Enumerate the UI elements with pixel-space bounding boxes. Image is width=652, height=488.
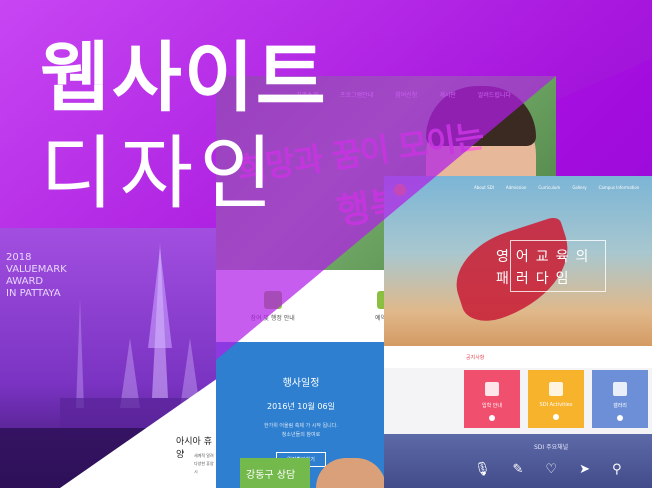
academy-nav-item[interactable]: Gallery bbox=[572, 185, 586, 190]
plus-icon bbox=[617, 415, 623, 421]
temple-card: 2018 VALUEMARK AWARD IN PATTAYA 아시아 휴양 세… bbox=[0, 228, 218, 488]
plus-icon bbox=[553, 414, 559, 420]
award-line: IN PATTAYA bbox=[6, 288, 61, 299]
logo-icon[interactable] bbox=[394, 184, 406, 196]
event-date: 2016년 10월 06일 bbox=[267, 402, 335, 411]
event-title: 행사일정 bbox=[282, 378, 320, 389]
temple-sub: 세계적 알려 다양한 휴양 시 bbox=[194, 452, 218, 476]
event-sub-line: 한가위 어울림 축제 가 시작 됩니다. bbox=[264, 423, 338, 429]
hero-title-line1: 영어교육의 bbox=[496, 249, 596, 265]
feature-boxes: 입학 안내 SDI Activities 갤러리 bbox=[464, 370, 648, 428]
event-sub-line: 청소년들의 참여로 bbox=[281, 432, 321, 438]
notice-label: 공지사항 bbox=[466, 355, 485, 361]
headline: 웹사이트 디자인 bbox=[40, 40, 328, 214]
feature-box-label: 입학 안내 bbox=[482, 403, 502, 409]
counsel-banner[interactable]: 강동구 상담 bbox=[240, 458, 310, 488]
award-line: VALUEMARK bbox=[6, 264, 67, 275]
feature-box-activities[interactable]: SDI Activities bbox=[528, 370, 584, 428]
mid-nav[interactable]: 기관소개 프로그램안내 참여신청 게시판 알려드립니다 bbox=[296, 90, 511, 99]
heart-icon[interactable]: ♡ bbox=[545, 462, 557, 477]
academy-nav[interactable]: About SDI Admission Curriculum Gallery C… bbox=[474, 185, 639, 190]
channel-bar: SDI 주요채널 🎙 ✎ ♡ ➤ ⚲ bbox=[384, 434, 652, 488]
award-line: 2018 bbox=[6, 252, 32, 263]
award-text: 2018 VALUEMARK AWARD IN PATTAYA bbox=[6, 252, 67, 300]
plus-icon bbox=[489, 415, 495, 421]
event-sub: 한가위 어울림 축제 가 시작 됩니다. 청소년들의 참여로 bbox=[216, 422, 386, 440]
mid-nav-item[interactable]: 게시판 bbox=[439, 90, 456, 99]
location-icon[interactable]: ⚲ bbox=[612, 462, 622, 477]
info-icon bbox=[263, 290, 282, 309]
mid-icon-item[interactable]: 참여 및 행정 안내 bbox=[238, 290, 308, 322]
academy-nav-item[interactable]: Campus Information bbox=[599, 185, 640, 190]
headline-line1: 웹사이트 bbox=[40, 33, 328, 122]
edit-icon[interactable]: ✎ bbox=[513, 462, 524, 477]
feature-box-label: 갤러리 bbox=[613, 403, 627, 409]
temple-sub-line: 세계적 알려 bbox=[194, 453, 214, 458]
academy-nav-item[interactable]: Admission bbox=[506, 185, 526, 190]
feature-box-gallery[interactable]: 갤러리 bbox=[592, 370, 648, 428]
headline-line2: 디자인 bbox=[40, 127, 279, 220]
board-icon bbox=[549, 382, 563, 396]
temple-sub-line: 다양한 휴양 시 bbox=[194, 461, 214, 474]
mid-nav-item[interactable]: 프로그램안내 bbox=[340, 90, 373, 99]
rocket-icon[interactable]: ➤ bbox=[579, 462, 590, 477]
notice-bar[interactable]: 공지사항 bbox=[384, 346, 652, 368]
academy-nav-item[interactable]: Curriculum bbox=[538, 185, 560, 190]
english-academy-card: About SDI Admission Curriculum Gallery C… bbox=[384, 176, 652, 488]
mid-nav-item[interactable]: 알려드립니다 bbox=[478, 90, 511, 99]
mic-icon[interactable]: 🎙 bbox=[474, 462, 491, 477]
mid-nav-item[interactable]: 참여신청 bbox=[395, 90, 417, 99]
hero-title-line2: 패러다임 bbox=[496, 271, 576, 287]
award-line: AWARD bbox=[6, 276, 44, 287]
school-icon bbox=[485, 382, 499, 396]
channel-caption: SDI 주요채널 bbox=[534, 444, 569, 451]
feature-box-label: SDI Activities bbox=[539, 402, 573, 408]
gallery-icon bbox=[613, 382, 627, 396]
mid-icon-label: 참여 및 행정 안내 bbox=[250, 314, 295, 322]
channel-icons: 🎙 ✎ ♡ ➤ ⚲ bbox=[474, 462, 622, 477]
academy-nav-item[interactable]: About SDI bbox=[474, 185, 494, 190]
feature-box-admission[interactable]: 입학 안내 bbox=[464, 370, 520, 428]
